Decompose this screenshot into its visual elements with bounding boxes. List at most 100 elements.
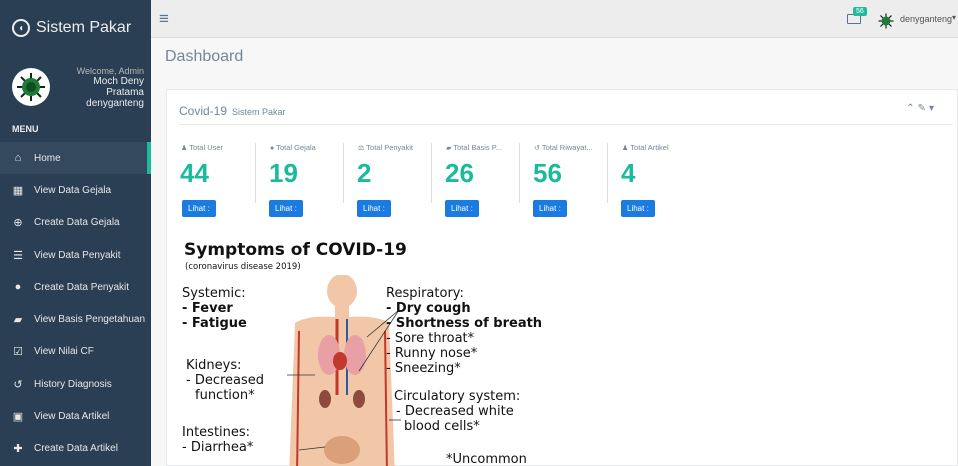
stat-label: Total Gejala — [276, 143, 316, 152]
respiratory-item: - Sneezing* — [386, 361, 461, 376]
table-icon: ▦ — [12, 184, 24, 197]
sidebar-item-view-data-penyakit[interactable]: ☰ View Data Penyakit — [0, 239, 151, 271]
sidebar-item-label: View Data Gejala — [34, 184, 112, 196]
wrench-icon[interactable]: ✎▾ — [918, 103, 937, 114]
sidebar-item-view-data-artikel[interactable]: ▣ View Data Artikel — [0, 400, 151, 432]
panel-title: Covid-19 Sistem Pakar — [179, 104, 286, 118]
menu-toggle-icon[interactable]: ≡ — [159, 9, 169, 29]
menu-header: MENU — [12, 124, 39, 134]
sidebar-item-label: View Basis Pengetahuan — [34, 314, 146, 326]
stat-label: Total Basis P... — [453, 143, 503, 152]
respiratory-heading: Respiratory: — [386, 286, 464, 301]
balance-scale-icon: ⚖ — [358, 145, 365, 152]
stat-value: 26 — [445, 158, 474, 188]
database-icon: ☰ — [13, 249, 23, 262]
sidebar-item-create-data-gejala[interactable]: ⊕ Create Data Gejala — [0, 207, 151, 239]
systemic-item: - Fever — [182, 301, 233, 316]
kidneys-item: - Decreased — [186, 373, 265, 388]
sidebar-item-view-data-gejala[interactable]: ▦ View Data Gejala — [0, 174, 151, 206]
panel-tools: ⌃✎▾ — [906, 103, 937, 114]
book-icon: ▰ — [446, 145, 452, 152]
systemic-heading: Systemic: — [182, 286, 246, 301]
stat-label: Total Artikel — [630, 143, 669, 152]
respiratory-item: - Runny nose* — [386, 346, 478, 361]
virus-icon — [17, 73, 45, 101]
lihat-basis-button[interactable]: Lihat : — [445, 200, 479, 217]
profile-name: Moch Deny Pratama — [93, 75, 144, 98]
circulatory-item: blood cells* — [404, 419, 480, 434]
lihat-artikel-button[interactable]: Lihat : — [621, 200, 655, 217]
user-icon: ♟ — [181, 145, 188, 152]
sidebar-item-home[interactable]: ⌂ Home — [0, 142, 151, 175]
lihat-penyakit-button[interactable]: Lihat : — [357, 200, 391, 217]
infographic-subtitle: (coronavirus disease 2019) — [185, 262, 301, 272]
brand-title: Sistem Pakar — [36, 19, 132, 36]
user-menu[interactable]: denyganteng — [900, 14, 952, 24]
top-navbar: ≡ 56 denyganteng ▾ — [151, 0, 958, 38]
stat-value: 4 — [621, 158, 636, 188]
dashboard-panel: Covid-19 Sistem Pakar ⌃✎▾ ♟ Total User 44 … — [166, 89, 958, 466]
lihat-riwayat-button[interactable]: Lihat : — [533, 200, 567, 217]
profile-username: denyganteng — [86, 97, 144, 109]
footnote: *Uncommon — [446, 452, 527, 466]
intestines-heading: Intestines: — [182, 425, 251, 440]
stat-total-basis: ▰ Total Basis P... 26 — [431, 143, 517, 203]
respiratory-bold-item: - Dry cough — [386, 301, 471, 316]
plus-circle-icon: ● — [14, 281, 22, 294]
sidebar-item-label: Home — [34, 152, 61, 164]
mail-count-badge: 56 — [853, 7, 867, 16]
infographic-title: Symptoms of COVID-19 — [184, 240, 407, 260]
sidebar-item-view-nilai-cf[interactable]: ☑ View Nilai CF — [0, 336, 151, 368]
plus-icon: ✚ — [13, 443, 23, 456]
shield-icon: ◖ — [12, 19, 30, 37]
circulatory-heading: Circulatory system: — [394, 389, 521, 404]
panel-divider — [179, 124, 953, 125]
caret-down-icon[interactable]: ▾ — [952, 13, 956, 22]
user-icon: ♟ — [622, 145, 629, 152]
stat-total-user: ♟ Total User 44 — [167, 143, 253, 203]
history-icon: ↺ — [534, 145, 540, 152]
sidebar-item-label: History Diagnosis — [34, 378, 112, 390]
panel-title-text: Covid-19 — [179, 104, 228, 118]
stat-label: Total User — [189, 143, 224, 152]
stat-value: 44 — [180, 158, 209, 188]
calendar-check-icon: ☑ — [13, 346, 23, 359]
respiratory-item: - Sore throat* — [386, 331, 475, 346]
sidebar-item-create-data-artikel[interactable]: ✚ Create Data Artikel — [0, 433, 151, 465]
stat-value: 2 — [357, 158, 372, 188]
sidebar-item-create-data-penyakit[interactable]: ● Create Data Penyakit — [0, 271, 151, 303]
sidebar-item-label: View Data Artikel — [34, 411, 110, 423]
sidebar-item-label: Create Data Penyakit — [34, 281, 130, 293]
kidneys-heading: Kidneys: — [186, 358, 242, 373]
sidebar-item-label: Create Data Artikel — [34, 443, 118, 455]
welcome-text: Welcome, Admin — [76, 65, 144, 76]
systemic-item: - Fatigue — [182, 316, 247, 331]
stat-label: Total Riwayat... — [541, 143, 593, 152]
respiratory-bold-item: - Shortness of breath — [386, 316, 543, 331]
sidebar-item-history-diagnosis[interactable]: ↺ History Diagnosis — [0, 368, 151, 400]
circulatory-item: - Decreased white — [396, 404, 514, 419]
stat-label: Total Penyakit — [366, 143, 413, 152]
lihat-gejala-button[interactable]: Lihat : — [269, 200, 303, 217]
stat-total-riwayat: ↺ Total Riwayat... 56 — [519, 143, 605, 203]
brand[interactable]: ◖ Sistem Pakar — [0, 0, 151, 56]
user-avatar-icon[interactable] — [878, 13, 894, 29]
stat-total-artikel: ♟ Total Artikel 4 — [607, 143, 693, 203]
book-icon: ▰ — [13, 314, 23, 327]
lihat-user-button[interactable]: Lihat : — [182, 200, 216, 217]
sidebar-item-label: Create Data Gejala — [34, 217, 120, 229]
stat-total-penyakit: ⚖ Total Penyakit 2 — [343, 143, 429, 203]
home-icon: ⌂ — [14, 152, 22, 165]
panel-subtitle: Sistem Pakar — [232, 107, 286, 117]
sidebar-item-view-basis-pengetahuan[interactable]: ▰ View Basis Pengetahuan — [0, 303, 151, 335]
sidebar-item-label: View Nilai CF — [34, 346, 94, 358]
intestines-item: - Diarrhea* — [182, 440, 254, 455]
stat-value: 19 — [269, 158, 298, 188]
kidneys-item: function* — [195, 388, 255, 403]
comments-icon: ● — [270, 145, 275, 152]
search-plus-icon: ⊕ — [13, 217, 23, 230]
sidebar: ◖ Sistem Pakar Welcome, Admin Moch Deny … — [0, 0, 151, 466]
collapse-icon[interactable]: ⌃ — [906, 103, 917, 114]
stat-value: 56 — [533, 158, 562, 188]
page-title: Dashboard — [165, 48, 244, 65]
